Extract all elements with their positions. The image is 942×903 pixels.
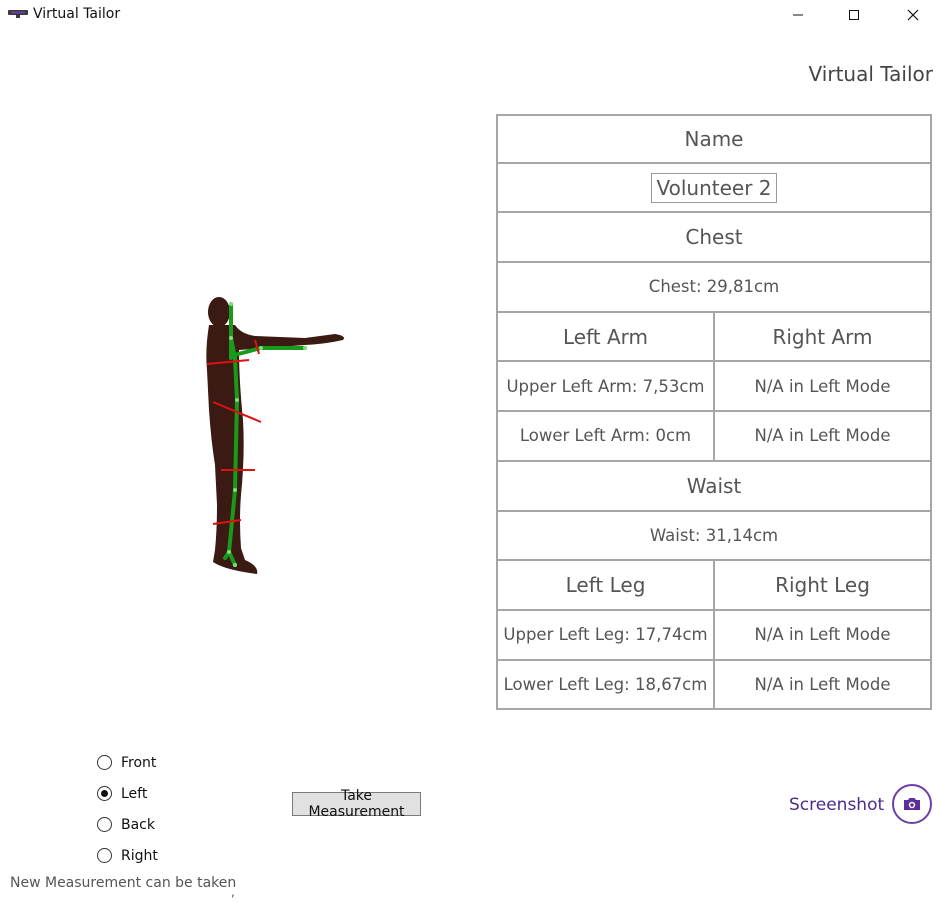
radio-right[interactable]: Right bbox=[97, 840, 158, 871]
chest-header: Chest bbox=[685, 225, 743, 250]
left-arm-header: Left Arm bbox=[562, 324, 649, 349]
radio-left[interactable]: Left bbox=[97, 778, 158, 809]
table-row: Lower Left Arm: 0cm N/A in Left Mode bbox=[496, 412, 932, 462]
right-arm-header: Right Arm bbox=[713, 312, 930, 361]
minimize-icon bbox=[793, 14, 803, 16]
table-row: Chest bbox=[496, 213, 932, 264]
table-row: Left Leg Right Leg bbox=[496, 561, 932, 611]
mode-radio-group: Front Left Back Right bbox=[97, 747, 158, 871]
left-leg-header: Left Leg bbox=[565, 573, 646, 598]
close-button[interactable] bbox=[890, 0, 936, 30]
right-leg-header: Right Leg bbox=[713, 561, 930, 609]
status-mark: , bbox=[231, 885, 235, 899]
lower-left-arm-value: Lower Left Arm: 0cm bbox=[519, 426, 692, 446]
lower-right-leg-value: N/A in Left Mode bbox=[713, 660, 930, 709]
app-icon bbox=[8, 10, 28, 18]
table-row: Waist: 31,14cm bbox=[496, 511, 932, 562]
upper-left-leg-value: Upper Left Leg: 17,74cm bbox=[503, 625, 708, 645]
radio-circle[interactable] bbox=[97, 848, 112, 863]
window-title: Virtual Tailor bbox=[33, 6, 121, 22]
silhouette bbox=[206, 297, 344, 574]
waist-value: Waist: 31,14cm bbox=[649, 525, 779, 545]
lower-right-arm-value: N/A in Left Mode bbox=[713, 412, 930, 460]
radio-circle[interactable] bbox=[97, 755, 112, 770]
radio-label: Front bbox=[121, 754, 157, 771]
radio-label: Back bbox=[121, 816, 155, 833]
radio-back[interactable]: Back bbox=[97, 809, 158, 840]
screenshot-label[interactable]: Screenshot bbox=[789, 795, 884, 815]
maximize-icon bbox=[849, 10, 859, 20]
table-row: Lower Left Leg: 18,67cm N/A in Left Mode bbox=[496, 660, 932, 711]
close-icon bbox=[907, 9, 919, 21]
measurement-table: Name Volunteer 2 Chest Chest: 29,81cm Le… bbox=[496, 114, 932, 711]
upper-right-arm-value: N/A in Left Mode bbox=[713, 362, 930, 411]
table-row: Name bbox=[496, 114, 932, 164]
body-scan-image bbox=[206, 297, 344, 574]
table-row: Upper Left Arm: 7,53cm N/A in Left Mode bbox=[496, 362, 932, 413]
radio-front[interactable]: Front bbox=[97, 747, 158, 778]
table-row: Waist bbox=[496, 461, 932, 512]
table-row: Volunteer 2 bbox=[496, 163, 932, 214]
camera-icon bbox=[904, 798, 920, 810]
screenshot-button[interactable] bbox=[892, 784, 932, 824]
radio-circle[interactable] bbox=[97, 817, 112, 832]
waist-header: Waist bbox=[686, 473, 742, 498]
table-row: Upper Left Leg: 17,74cm N/A in Left Mode bbox=[496, 610, 932, 661]
radio-circle-selected[interactable] bbox=[97, 786, 112, 801]
chest-value: Chest: 29,81cm bbox=[648, 277, 780, 297]
name-header: Name bbox=[684, 126, 744, 151]
title-bar: Virtual Tailor bbox=[0, 0, 942, 30]
name-input[interactable]: Volunteer 2 bbox=[651, 172, 777, 203]
radio-label: Right bbox=[121, 847, 158, 864]
name-cell: Volunteer 2 bbox=[498, 164, 930, 212]
table-row: Left Arm Right Arm bbox=[496, 312, 932, 363]
upper-left-arm-value: Upper Left Arm: 7,53cm bbox=[506, 376, 705, 396]
maximize-button[interactable] bbox=[831, 0, 877, 30]
app-header-title: Virtual Tailor bbox=[808, 62, 933, 86]
minimize-button[interactable] bbox=[775, 0, 821, 30]
status-text: New Measurement can be taken bbox=[10, 875, 237, 891]
lower-left-leg-value: Lower Left Leg: 18,67cm bbox=[503, 674, 708, 694]
upper-right-leg-value: N/A in Left Mode bbox=[713, 610, 930, 659]
table-row: Chest: 29,81cm bbox=[496, 263, 932, 313]
take-measurement-button[interactable]: Take Measurement bbox=[292, 788, 421, 820]
radio-label: Left bbox=[121, 785, 148, 802]
